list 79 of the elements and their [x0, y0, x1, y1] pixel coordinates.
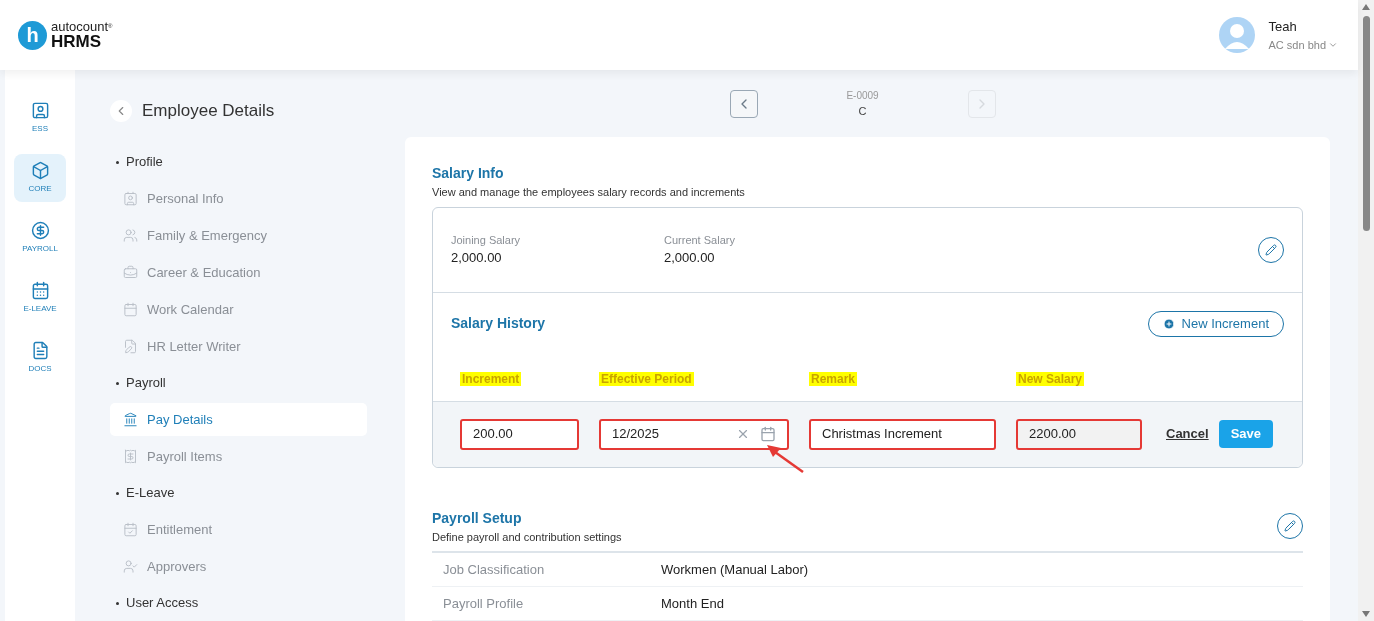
module-tab[interactable]: PAYROLL — [14, 214, 66, 262]
module-tab[interactable]: CORE — [14, 154, 66, 202]
nav-item[interactable]: Personal Info — [110, 182, 367, 215]
contact-card-icon — [123, 191, 138, 206]
nav-item[interactable]: Entitlement — [110, 513, 367, 546]
date-field[interactable]: 12/2025 — [599, 418, 789, 450]
input-field[interactable]: Christmas Increment — [809, 418, 996, 450]
bullet-icon — [116, 160, 119, 164]
previous-button[interactable] — [729, 89, 758, 118]
company-selector[interactable]: AC sdn bhd — [1268, 36, 1338, 53]
save-button[interactable]: Save — [1218, 420, 1273, 448]
bullet-icon — [116, 601, 119, 605]
calendar-icon — [30, 281, 50, 300]
setting-label: Job Classification — [443, 560, 546, 579]
back-button[interactable] — [110, 100, 132, 122]
calendar-icon — [123, 302, 138, 317]
logo-title: HRMS — [51, 33, 103, 50]
cancel-link[interactable]: Cancel — [1166, 424, 1209, 444]
employee-code: E-0009 — [846, 88, 879, 103]
setting-value: Month End — [661, 594, 724, 613]
module-tab[interactable]: DOCS — [14, 334, 66, 382]
scroll-up-icon[interactable] — [1362, 4, 1370, 10]
setting-label: Payroll Profile — [443, 594, 525, 613]
section-title: Salary Info — [432, 164, 505, 183]
nav-section-label: Payroll — [126, 374, 166, 393]
logo-subtitle: autocount$^{®}$ — [51, 20, 113, 33]
input-field[interactable]: 2200.00 — [1016, 418, 1142, 450]
plus-circle-icon — [1162, 317, 1175, 330]
scroll-down-icon[interactable] — [1362, 611, 1370, 617]
user-check-icon — [123, 559, 138, 574]
user-card-icon — [30, 101, 50, 120]
user-name: Teah — [1268, 18, 1298, 36]
nav-item[interactable]: Payroll Items — [110, 440, 367, 473]
nav-section-label: E-Leave — [126, 484, 175, 503]
page-title: Employee Details — [142, 100, 275, 123]
calendar-icon[interactable] — [760, 426, 776, 442]
nav-section-label: Profile — [126, 153, 163, 172]
summary-value: 2,000.00 — [664, 249, 716, 267]
document-pen-icon — [123, 339, 138, 354]
nav-item[interactable]: HR Letter Writer — [110, 330, 367, 363]
column-header: New Salary — [1016, 371, 1085, 386]
scrollbar[interactable] — [1358, 0, 1374, 621]
document-icon — [30, 341, 50, 360]
module-tab[interactable]: E-LEAVE — [14, 274, 66, 322]
nav-item[interactable]: Pay Details — [110, 403, 367, 436]
nav-item[interactable]: Approvers — [110, 550, 367, 583]
nav-section-label: User Access — [126, 594, 199, 613]
column-header: Remark — [809, 371, 858, 386]
nav-item[interactable]: Work Calendar — [110, 293, 367, 326]
calendar-check-icon — [123, 522, 138, 537]
nav-item[interactable]: Career & Education — [110, 256, 367, 289]
section-subtitle: Define payroll and contribution settings — [432, 529, 622, 545]
cube-icon — [30, 161, 50, 180]
briefcase-icon — [123, 265, 138, 280]
avatar-icon — [1218, 17, 1255, 53]
section-subtitle: View and manage the employees salary records and increments — [432, 185, 746, 200]
summary-label: Current Salary — [664, 232, 736, 248]
receipt-icon — [123, 449, 138, 464]
logo-mark: h — [18, 20, 47, 50]
people-icon — [123, 228, 138, 243]
bullet-icon — [116, 381, 119, 385]
summary-value: 2,000.00 — [451, 249, 503, 267]
column-header: Increment — [460, 371, 522, 386]
setting-value: Workmen (Manual Labor) — [661, 560, 809, 579]
input-field[interactable]: 200.00 — [460, 418, 579, 450]
section-title: Payroll Setup — [432, 508, 523, 528]
summary-label: Joining Salary — [451, 232, 522, 248]
bullet-icon — [116, 491, 119, 495]
column-header: Effective Period — [599, 371, 694, 386]
bank-icon — [123, 412, 138, 427]
dollar-icon — [30, 221, 50, 240]
subsection-title: Salary History — [451, 314, 546, 333]
module-tab[interactable]: ESS — [14, 94, 66, 142]
nav-item[interactable]: Family & Emergency — [110, 219, 367, 252]
pencil-icon — [1265, 243, 1277, 256]
scrollbar-thumb[interactable] — [1362, 16, 1370, 231]
pencil-icon — [1284, 520, 1296, 533]
clear-icon[interactable] — [736, 427, 750, 441]
employee-name: C — [858, 103, 867, 119]
